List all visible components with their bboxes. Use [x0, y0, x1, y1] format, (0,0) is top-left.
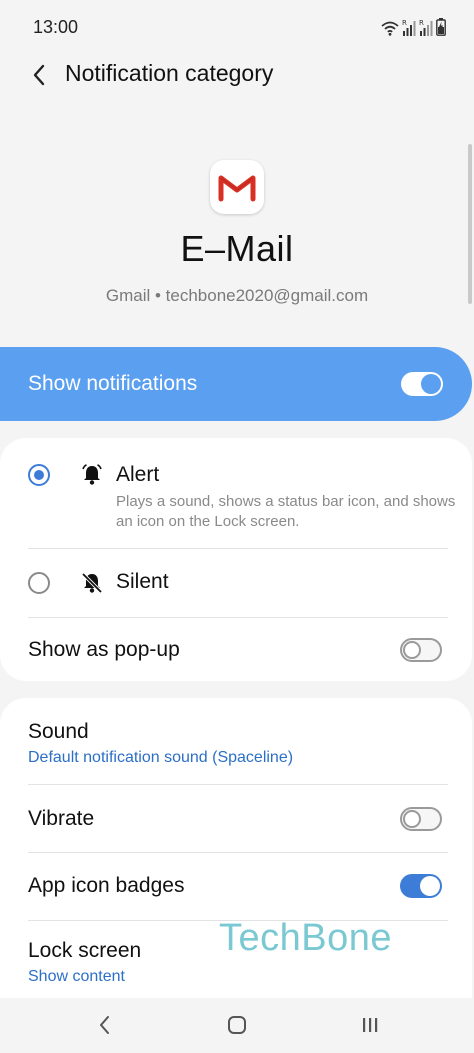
- nav-recents-button[interactable]: [355, 1012, 385, 1038]
- recents-icon: [363, 1018, 378, 1032]
- alert-option[interactable]: Alert Plays a sound, shows a status bar …: [0, 438, 472, 548]
- nav-back-button[interactable]: [90, 1012, 120, 1038]
- app-bar: Notification category: [0, 54, 474, 96]
- lock-screen-title: Lock screen: [28, 939, 142, 962]
- back-button[interactable]: [24, 58, 54, 92]
- chevron-left-icon: [33, 64, 45, 86]
- nav-back-icon: [100, 1016, 109, 1034]
- gmail-icon: [210, 160, 264, 214]
- nav-home-button[interactable]: [222, 1012, 252, 1038]
- toggle-knob: [403, 641, 421, 659]
- alert-radio[interactable]: [28, 464, 50, 486]
- home-icon: [228, 1016, 246, 1034]
- account-info: Gmail • techbone2020@gmail.com: [105, 286, 369, 305]
- vibrate-title: Vibrate: [28, 807, 95, 830]
- status-bar: 13:00 R R: [0, 0, 474, 54]
- signal-icon-2: R: [419, 19, 433, 36]
- svg-text:R: R: [419, 19, 424, 27]
- show-notifications-row[interactable]: Show notifications: [0, 347, 472, 421]
- silent-option[interactable]: Silent: [0, 549, 472, 617]
- silent-title: Silent: [116, 570, 169, 593]
- signal-icon: R: [402, 19, 416, 36]
- popup-toggle[interactable]: [400, 638, 442, 662]
- bell-icon: [82, 464, 102, 485]
- status-icons: R R: [381, 16, 446, 36]
- notification-type-card: Alert Plays a sound, shows a status bar …: [0, 438, 472, 681]
- popup-row[interactable]: Show as pop-up: [0, 618, 472, 681]
- app-info: E–Mail Gmail • techbone2020@gmail.com: [0, 160, 474, 306]
- show-notifications-label: Show notifications: [28, 372, 198, 395]
- sound-title: Sound: [28, 720, 89, 743]
- popup-title: Show as pop-up: [28, 638, 180, 661]
- sound-value: Default notification sound (Spaceline): [28, 749, 294, 766]
- navigation-bar: [0, 998, 474, 1053]
- badges-toggle[interactable]: [400, 874, 442, 898]
- page-title: Notification category: [65, 60, 274, 86]
- silent-radio[interactable]: [28, 572, 50, 594]
- svg-text:R: R: [402, 19, 407, 27]
- status-time: 13:00: [33, 17, 79, 37]
- bell-off-icon: [81, 572, 103, 594]
- toggle-knob: [421, 374, 441, 394]
- toggle-knob: [420, 876, 440, 896]
- lock-screen-value: Show content: [28, 968, 125, 985]
- techbone-watermark: TechBone: [219, 917, 393, 959]
- sound-row[interactable]: Sound Default notification sound (Spacel…: [0, 698, 472, 784]
- app-name: E–Mail: [180, 228, 294, 269]
- show-notifications-toggle[interactable]: [401, 372, 443, 396]
- alert-title: Alert: [116, 463, 160, 486]
- wifi-icon: [381, 21, 399, 36]
- badges-title: App icon badges: [28, 874, 185, 897]
- toggle-knob: [403, 810, 421, 828]
- alert-description: Plays a sound, shows a status bar icon, …: [116, 493, 456, 530]
- app-icon-badges-row[interactable]: App icon badges: [0, 853, 472, 920]
- vibrate-toggle[interactable]: [400, 807, 442, 831]
- battery-icon: [436, 18, 446, 36]
- vibrate-row[interactable]: Vibrate: [0, 785, 472, 852]
